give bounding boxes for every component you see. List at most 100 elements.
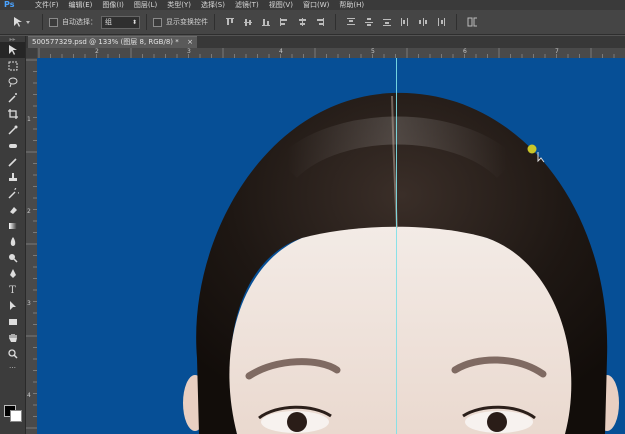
- color-swatches[interactable]: [4, 401, 22, 422]
- dodge-icon: [8, 254, 18, 263]
- type-tool[interactable]: T: [0, 282, 25, 298]
- distribute-bottom-icon[interactable]: [382, 17, 392, 27]
- menu-image[interactable]: 图像(I): [97, 0, 129, 10]
- gradient-tool[interactable]: [0, 218, 25, 234]
- right-pupil: [487, 412, 507, 432]
- eyedropper-icon: [7, 125, 17, 135]
- ruler-label: 3: [27, 300, 31, 307]
- menu-edit[interactable]: 编辑(E): [64, 0, 98, 10]
- divider: [42, 14, 43, 30]
- healing-tool[interactable]: [0, 138, 25, 154]
- history-brush-tool[interactable]: [0, 186, 25, 202]
- menu-file[interactable]: 文件(F): [30, 0, 64, 10]
- divider: [456, 14, 457, 30]
- menu-select[interactable]: 选择(S): [196, 0, 230, 10]
- menu-layer[interactable]: 图层(L): [129, 0, 162, 10]
- options-bar: 自动选择： 组 ⬍ 显示变换控件: [0, 10, 625, 35]
- distribute-top-icon[interactable]: [346, 17, 356, 27]
- magic-wand-icon: [7, 93, 17, 103]
- ruler-label: 4: [27, 392, 31, 399]
- distribute-hcenter-icon[interactable]: [418, 17, 428, 27]
- ruler-label: 6: [463, 48, 467, 55]
- ruler-label: 1: [27, 116, 31, 123]
- auto-select-checkbox[interactable]: [49, 17, 58, 27]
- align-vcenter-icon[interactable]: [243, 17, 253, 27]
- left-pupil: [287, 412, 307, 432]
- document-tab[interactable]: 500577329.psd @ 133% (图层 8, RGB/8) * ×: [28, 36, 197, 48]
- path-select-icon: [9, 301, 16, 310]
- app-logo: Ps: [4, 0, 15, 9]
- vertical-guide[interactable]: [396, 58, 397, 434]
- toolbox: ▸▸ T …: [0, 36, 26, 434]
- marquee-icon: [8, 61, 17, 71]
- distribute-vcenter-icon[interactable]: [364, 17, 374, 27]
- shape-tool[interactable]: [0, 314, 25, 330]
- auto-align-icon[interactable]: [467, 17, 477, 27]
- pen-tool[interactable]: [0, 266, 25, 282]
- ruler-label: 4: [279, 48, 283, 55]
- align-left-icon[interactable]: [279, 17, 289, 27]
- ruler-label: 2: [27, 208, 31, 215]
- chevron-down-icon: ⬍: [131, 18, 137, 26]
- close-icon[interactable]: ×: [187, 37, 193, 48]
- healing-icon: [8, 144, 17, 148]
- ruler-label: 5: [371, 48, 375, 55]
- divider: [214, 14, 215, 30]
- menu-help[interactable]: 帮助(H): [334, 0, 369, 10]
- ruler-label: 2: [95, 48, 99, 55]
- eyedropper-tool[interactable]: [0, 122, 25, 138]
- show-transform-label: 显示变换控件: [166, 18, 208, 26]
- blur-icon: [10, 237, 15, 246]
- gradient-icon: [8, 223, 17, 229]
- marquee-tool[interactable]: [0, 58, 25, 74]
- eraser-icon: [9, 207, 17, 214]
- menu-window[interactable]: 窗口(W): [298, 0, 334, 10]
- ruler-label: 3: [187, 48, 191, 55]
- shape-icon: [8, 319, 17, 325]
- align-hcenter-icon[interactable]: [297, 17, 307, 27]
- ruler-ticks: [38, 48, 615, 58]
- ruler-label: 7: [555, 48, 559, 55]
- align-top-icon[interactable]: [225, 17, 235, 27]
- cursor-indicator: [527, 144, 537, 154]
- dodge-tool[interactable]: [0, 250, 25, 266]
- distribute-left-icon[interactable]: [400, 17, 410, 27]
- document-canvas[interactable]: [37, 58, 625, 434]
- magic-wand-tool[interactable]: [0, 90, 25, 106]
- more-tools-icon[interactable]: …: [0, 362, 25, 370]
- stamp-tool[interactable]: [0, 170, 25, 186]
- background-color-swatch[interactable]: [10, 410, 22, 422]
- move-tool[interactable]: [0, 42, 25, 58]
- hand-icon: [8, 334, 17, 342]
- history-brush-icon: [8, 188, 19, 199]
- divider: [146, 14, 147, 30]
- menu-filter[interactable]: 滤镜(T): [230, 0, 264, 10]
- brush-tool[interactable]: [0, 154, 25, 170]
- type-icon: T: [9, 284, 16, 296]
- menu-view[interactable]: 视图(V): [264, 0, 298, 10]
- zoom-icon: [7, 349, 18, 359]
- show-transform-checkbox[interactable]: [153, 17, 162, 27]
- brush-icon: [7, 158, 17, 167]
- blur-tool[interactable]: [0, 234, 25, 250]
- auto-select-dropdown[interactable]: 组 ⬍: [101, 15, 140, 29]
- zoom-tool[interactable]: [0, 346, 25, 362]
- hand-tool[interactable]: [0, 330, 25, 346]
- path-select-tool[interactable]: [0, 298, 25, 314]
- menu-bar: Ps 文件(F) 编辑(E) 图像(I) 图层(L) 类型(Y) 选择(S) 滤…: [0, 0, 625, 10]
- tool-preset-picker[interactable]: [8, 13, 36, 31]
- ruler-ticks: [26, 59, 37, 429]
- crop-tool[interactable]: [0, 106, 25, 122]
- menu-type[interactable]: 类型(Y): [162, 0, 196, 10]
- auto-select-value: 组: [105, 17, 112, 26]
- document-tab-title: 500577329.psd @ 133% (图层 8, RGB/8) *: [32, 38, 179, 46]
- lasso-tool[interactable]: [0, 74, 25, 90]
- stamp-icon: [8, 173, 17, 181]
- distribute-right-icon[interactable]: [436, 17, 446, 27]
- portrait-photo: [183, 92, 619, 434]
- eraser-tool[interactable]: [0, 202, 25, 218]
- align-bottom-icon[interactable]: [261, 17, 271, 27]
- ruler-origin[interactable]: [26, 48, 37, 58]
- crop-icon: [7, 109, 18, 119]
- align-right-icon[interactable]: [315, 17, 325, 27]
